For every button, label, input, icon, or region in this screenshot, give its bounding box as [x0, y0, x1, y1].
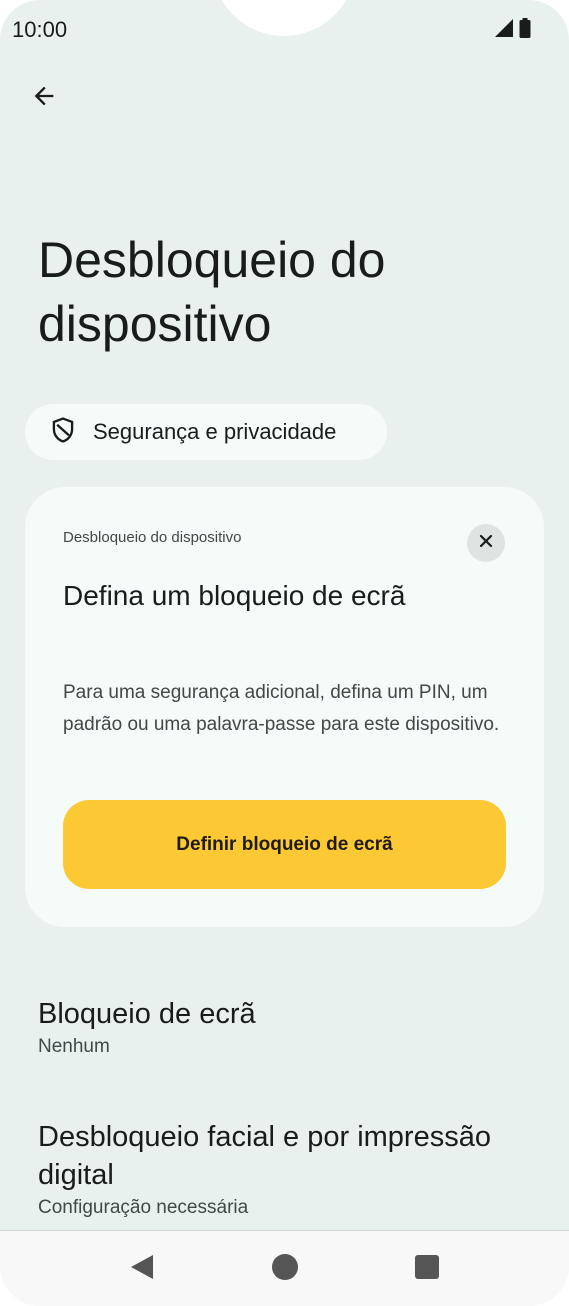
pref-summary: Configuração necessária [38, 1197, 249, 1218]
pref-title: Bloqueio de ecrã [38, 998, 256, 1030]
card-close-button[interactable] [467, 524, 505, 562]
card-title: Defina um bloqueio de ecrã [63, 580, 406, 611]
screen: 10:00 Desbloqueio do dispositivo Seguran… [0, 0, 569, 1306]
arrow-back-icon [30, 82, 58, 115]
page-title: Desbloqueio do dispositivo [38, 232, 386, 352]
breadcrumb-chip[interactable]: Segurança e privacidade [25, 404, 387, 460]
battery-icon [519, 18, 531, 38]
card-overline: Desbloqueio do dispositivo [63, 529, 242, 546]
status-icons [493, 18, 531, 38]
nav-back-icon [128, 1253, 156, 1286]
status-time: 10:00 [12, 17, 68, 42]
suggestion-card: Desbloqueio do dispositivo Defina um blo… [25, 487, 544, 927]
nav-home-icon [271, 1253, 299, 1286]
pref-title: Desbloqueio facial e por impressão digit… [38, 1121, 491, 1191]
pref-screen-lock[interactable]: Bloqueio de ecrã Nenhum [38, 995, 548, 1061]
pref-summary: Nenhum [38, 1036, 110, 1057]
status-bar: 10:00 [0, 0, 569, 60]
navigation-bar [0, 1230, 569, 1306]
nav-recents-icon [414, 1254, 440, 1285]
chip-label: Segurança e privacidade [93, 419, 337, 444]
nav-recents-button[interactable] [387, 1231, 467, 1306]
camera-notch [212, 0, 356, 36]
shield-icon [49, 416, 77, 449]
close-icon [478, 533, 494, 554]
card-body: Para uma segurança adicional, defina um … [63, 682, 500, 735]
set-screen-lock-button[interactable]: Definir bloqueio de ecrã [63, 800, 506, 889]
pref-face-fingerprint-unlock[interactable]: Desbloqueio facial e por impressão digit… [38, 1118, 548, 1222]
nav-home-button[interactable] [245, 1231, 325, 1306]
nav-back-button[interactable] [102, 1231, 182, 1306]
back-button[interactable] [20, 76, 68, 120]
signal-icon [493, 18, 513, 38]
